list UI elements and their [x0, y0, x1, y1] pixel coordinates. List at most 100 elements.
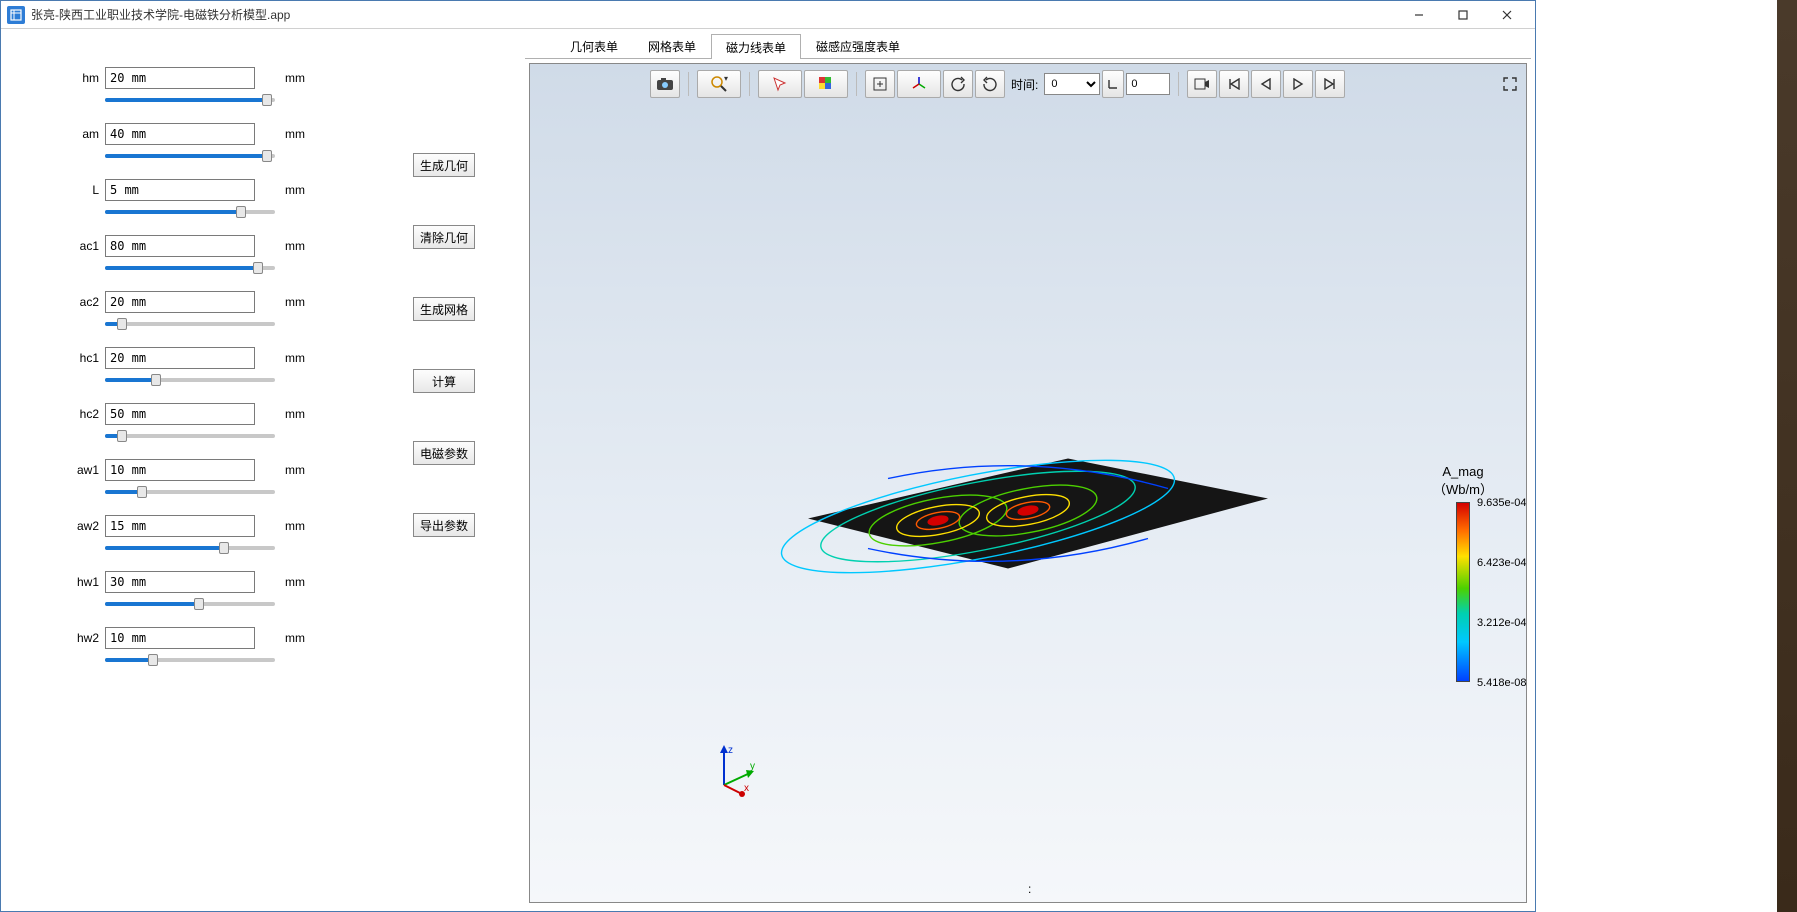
viewer-toolbar: ▾ 时间: 0 [650, 68, 1516, 100]
svg-text:y: y [750, 761, 755, 772]
fit-view-icon[interactable] [865, 70, 895, 98]
legend-tick: 3.212e-04 [1477, 617, 1527, 629]
compute-button[interactable]: 计算 [413, 369, 475, 393]
param-unit: mm [275, 351, 315, 365]
param-input-hc2[interactable] [105, 403, 255, 425]
time-step-icon[interactable] [1102, 70, 1124, 98]
param-input-L[interactable] [105, 179, 255, 201]
param-unit: mm [275, 631, 315, 645]
tab-1[interactable]: 网格表单 [633, 33, 711, 58]
animation-last-icon[interactable] [1315, 70, 1345, 98]
svg-text:z: z [728, 745, 733, 756]
tab-0[interactable]: 几何表单 [555, 33, 633, 58]
window-title: 张亮-陕西工业职业技术学院-电磁铁分析模型.app [31, 6, 1397, 23]
param-input-aw1[interactable] [105, 459, 255, 481]
param-label-ac1: ac1 [75, 239, 105, 253]
param-slider-hw2[interactable] [105, 653, 275, 667]
desktop-side-strip [1777, 0, 1797, 912]
param-unit: mm [275, 575, 315, 589]
param-input-hm[interactable] [105, 67, 255, 89]
animation-record-icon[interactable] [1187, 70, 1217, 98]
param-input-aw2[interactable] [105, 515, 255, 537]
param-label-hc2: hc2 [75, 407, 105, 421]
svg-text:x: x [744, 783, 749, 794]
param-unit: mm [275, 295, 315, 309]
action-button-column: 生成几何 清除几何 生成网格 计算 电磁参数 导出参数 [413, 153, 475, 537]
legend-colorbar: 9.635e-04 6.423e-04 3.212e-04 5.418e-08 [1456, 502, 1470, 682]
cube-color-icon[interactable] [804, 70, 848, 98]
clear-geometry-button[interactable]: 清除几何 [413, 225, 475, 249]
param-unit: mm [275, 71, 315, 85]
axis-triad-icon: z y x [710, 743, 760, 802]
generate-geometry-button[interactable]: 生成几何 [413, 153, 475, 177]
param-label-hm: hm [75, 71, 105, 85]
param-label-hw1: hw1 [75, 575, 105, 589]
param-label-aw1: aw1 [75, 463, 105, 477]
status-text: : [1028, 882, 1031, 896]
legend-tick: 6.423e-04 [1477, 557, 1527, 569]
param-slider-ac1[interactable] [105, 261, 275, 275]
maximize-button[interactable] [1441, 3, 1485, 27]
param-slider-hc1[interactable] [105, 373, 275, 387]
param-slider-hw1[interactable] [105, 597, 275, 611]
zoom-icon[interactable]: ▾ [697, 70, 741, 98]
param-slider-aw1[interactable] [105, 485, 275, 499]
time-input[interactable] [1126, 73, 1170, 95]
animation-first-icon[interactable] [1219, 70, 1249, 98]
app-icon [7, 6, 25, 24]
time-label: 时间: [1011, 76, 1038, 93]
param-slider-ac2[interactable] [105, 317, 275, 331]
generate-mesh-button[interactable]: 生成网格 [413, 297, 475, 321]
expand-view-icon[interactable] [1500, 74, 1520, 94]
param-unit: mm [275, 183, 315, 197]
param-slider-L[interactable] [105, 205, 275, 219]
close-button[interactable] [1485, 3, 1529, 27]
param-input-ac2[interactable] [105, 291, 255, 313]
graphics-viewer[interactable]: ▾ 时间: 0 [529, 63, 1527, 903]
color-legend: A_mag （Wb/m） 9.635e-04 6.423e-04 3.212e-… [1418, 464, 1508, 686]
param-input-ac1[interactable] [105, 235, 255, 257]
param-slider-hc2[interactable] [105, 429, 275, 443]
param-slider-am[interactable] [105, 149, 275, 163]
param-unit: mm [275, 519, 315, 533]
em-params-button[interactable]: 电磁参数 [413, 441, 475, 465]
param-unit: mm [275, 407, 315, 421]
tab-3[interactable]: 磁感应强度表单 [801, 33, 915, 58]
svg-text:▾: ▾ [724, 75, 728, 83]
axis-orientation-icon[interactable] [897, 70, 941, 98]
rotate-ccw-icon[interactable] [943, 70, 973, 98]
param-label-ac2: ac2 [75, 295, 105, 309]
result-tabs: 几何表单网格表单磁力线表单磁感应强度表单 [525, 33, 1531, 59]
legend-title: A_mag [1418, 464, 1508, 479]
time-select[interactable]: 0 [1044, 73, 1100, 95]
export-params-button[interactable]: 导出参数 [413, 513, 475, 537]
legend-unit: （Wb/m） [1418, 479, 1508, 498]
tab-2[interactable]: 磁力线表单 [711, 34, 801, 59]
param-label-hc1: hc1 [75, 351, 105, 365]
param-unit: mm [275, 127, 315, 141]
animation-prev-icon[interactable] [1251, 70, 1281, 98]
param-input-hc1[interactable] [105, 347, 255, 369]
param-slider-hm[interactable] [105, 93, 275, 107]
param-unit: mm [275, 239, 315, 253]
param-unit: mm [275, 463, 315, 477]
parameter-panel: hm mm am mm Lmm ac1 mm ac2 mm hc1 mm hc2 mm aw1 mm aw2 m… [5, 33, 525, 907]
param-input-hw1[interactable] [105, 571, 255, 593]
param-input-hw2[interactable] [105, 627, 255, 649]
param-label-L: L [75, 183, 105, 197]
screenshot-icon[interactable] [650, 70, 680, 98]
legend-tick: 5.418e-08 [1477, 677, 1527, 689]
minimize-button[interactable] [1397, 3, 1441, 27]
results-panel: 几何表单网格表单磁力线表单磁感应强度表单 ▾ 时间: 0 [525, 33, 1531, 907]
legend-tick: 9.635e-04 [1477, 497, 1527, 509]
contour-plot [768, 398, 1288, 601]
select-icon[interactable] [758, 70, 802, 98]
rotate-cw-icon[interactable] [975, 70, 1005, 98]
param-label-aw2: aw2 [75, 519, 105, 533]
param-label-am: am [75, 127, 105, 141]
animation-play-icon[interactable] [1283, 70, 1313, 98]
param-slider-aw2[interactable] [105, 541, 275, 555]
param-label-hw2: hw2 [75, 631, 105, 645]
param-input-am[interactable] [105, 123, 255, 145]
titlebar: 张亮-陕西工业职业技术学院-电磁铁分析模型.app [1, 1, 1535, 29]
